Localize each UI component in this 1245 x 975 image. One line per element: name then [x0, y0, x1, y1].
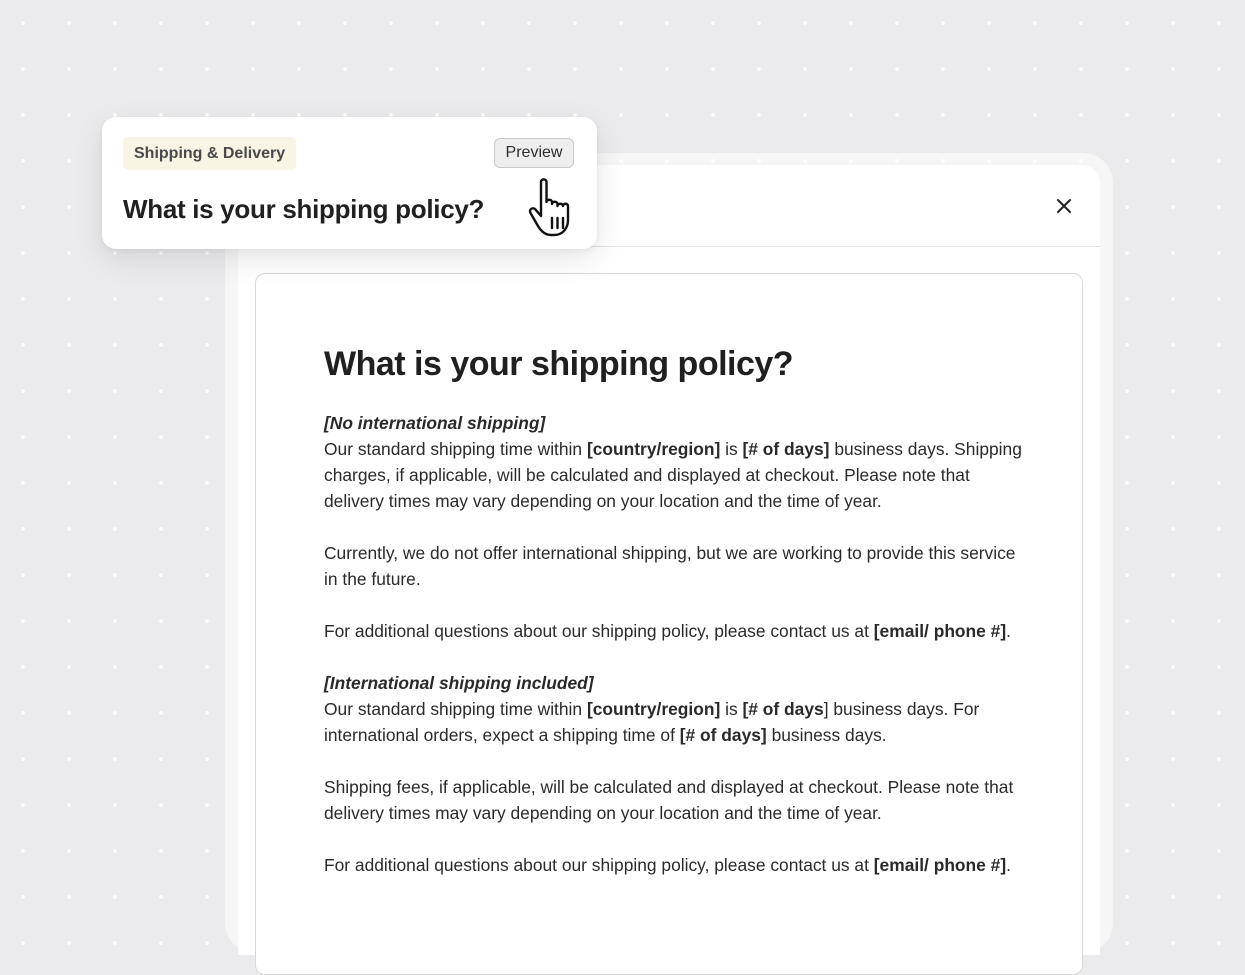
section-label: [No international shipping]: [324, 413, 546, 433]
close-button[interactable]: [1050, 192, 1078, 220]
preview-button[interactable]: Preview: [494, 138, 574, 168]
hand-pointer-icon: [528, 178, 570, 237]
paragraph: Shipping fees, if applicable, will be ca…: [324, 777, 1014, 823]
section-international: [International shipping included] Our st…: [324, 670, 1024, 748]
document-body: [No international shipping] Our standard…: [324, 410, 1024, 904]
placeholder-days: [# of days: [742, 699, 824, 719]
text-run: .: [1006, 855, 1011, 875]
text-run: .: [1006, 621, 1011, 641]
text-run: Our standard shipping time within: [324, 699, 587, 719]
placeholder-contact: [email/ phone #]: [873, 621, 1007, 641]
placeholder-contact: [email/ phone #]: [873, 855, 1007, 875]
section-no-international: [No international shipping] Our standard…: [324, 410, 1024, 514]
category-badge: Shipping & Delivery: [123, 137, 297, 170]
paragraph: Currently, we do not offer international…: [324, 543, 1016, 589]
placeholder-days: [# of days]: [679, 725, 767, 745]
document-title: What is your shipping policy?: [324, 345, 794, 383]
placeholder-country: [country/region]: [586, 439, 721, 459]
text-run: is: [720, 439, 743, 459]
question-title: What is your shipping policy?: [123, 194, 485, 224]
question-card[interactable]: Shipping & Delivery Preview What is your…: [102, 117, 597, 249]
document-card: What is your shipping policy? [No intern…: [255, 273, 1083, 975]
placeholder-country: [country/region]: [586, 699, 721, 719]
text-run: Our standard shipping time within: [324, 439, 587, 459]
close-icon: [1057, 199, 1071, 213]
text-run: For additional questions about our shipp…: [324, 855, 874, 875]
contact-paragraph: For additional questions about our shipp…: [324, 618, 1024, 644]
contact-paragraph: For additional questions about our shipp…: [324, 852, 1024, 878]
text-run: For additional questions about our shipp…: [324, 621, 874, 641]
placeholder-days: [# of days]: [742, 439, 830, 459]
text-run: is: [720, 699, 743, 719]
preview-modal: What is your shipping policy? [No intern…: [238, 165, 1100, 975]
section-label: [International shipping included]: [324, 673, 594, 693]
text-run: business days.: [766, 725, 887, 745]
